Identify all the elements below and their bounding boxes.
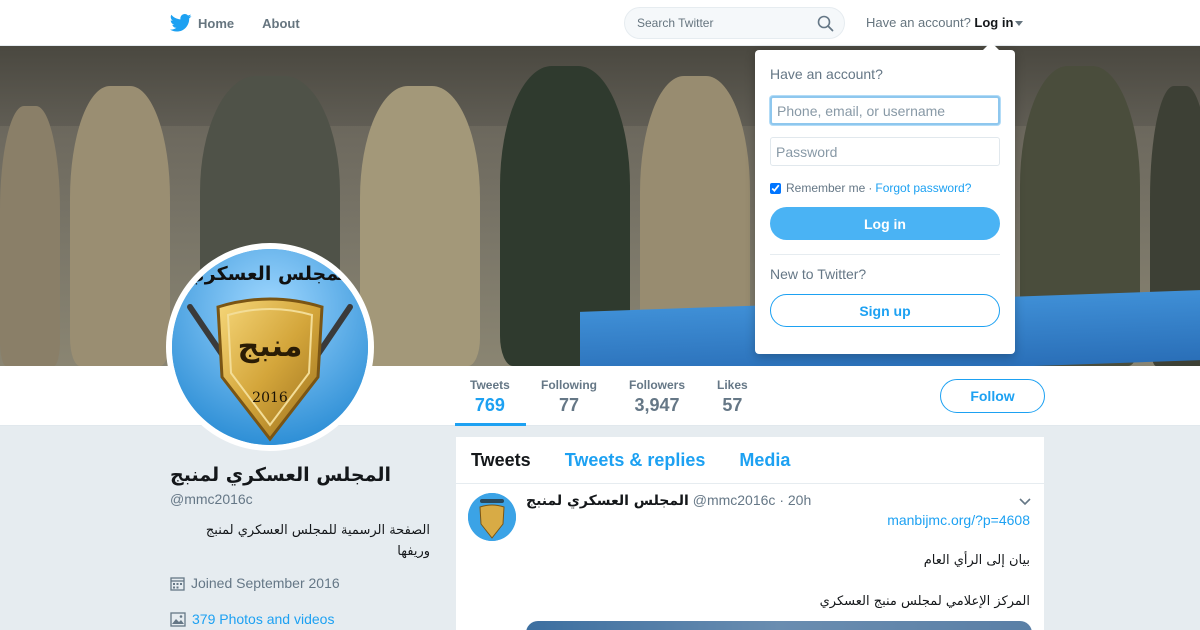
stat-tweets[interactable]: Tweets 769 xyxy=(470,378,510,416)
login-toggle-label: Log in xyxy=(974,15,1014,30)
password-field[interactable] xyxy=(770,137,1000,166)
have-account-text: Have an account? xyxy=(866,15,971,30)
username-field[interactable] xyxy=(770,96,1000,125)
login-button[interactable]: Log in xyxy=(770,207,1000,240)
tweet-text-line: بيان إلى الرأي العام xyxy=(923,553,1030,568)
tweet-text-line: المركز الإعلامي لمجلس منبج العسكري xyxy=(819,594,1030,609)
shield-emblem-icon xyxy=(468,493,516,541)
profile-handle[interactable]: @mmc2016c xyxy=(170,491,253,507)
tweet-avatar[interactable] xyxy=(468,493,516,541)
tweet-media-image[interactable] xyxy=(526,621,1032,630)
signup-button[interactable]: Sign up xyxy=(770,294,1000,327)
image-icon xyxy=(170,611,186,627)
timeline: Tweets Tweets & replies Media المجلس الع… xyxy=(456,437,1044,630)
banner-figure xyxy=(70,86,170,366)
remember-separator: · xyxy=(868,181,873,195)
banner-figure xyxy=(0,106,60,366)
tweet-link[interactable]: manbijmc.org/?p=4608 xyxy=(887,512,1030,528)
search-box xyxy=(624,7,845,39)
tab-tweets-replies[interactable]: Tweets & replies xyxy=(565,450,706,471)
forgot-password-link[interactable]: Forgot password? xyxy=(875,181,971,195)
tweet-header: المجلس العسكري لمنبج @mmc2016c · 20h xyxy=(526,492,811,509)
tweet-author-name[interactable]: المجلس العسكري لمنبج xyxy=(526,493,689,509)
have-account-prompt: Have an account? Log in xyxy=(866,15,1024,30)
remember-me-label[interactable]: Remember me xyxy=(786,181,865,195)
avatar-top-text: المجلس العسكري xyxy=(187,263,353,285)
search-input[interactable] xyxy=(637,16,807,30)
profile-display-name[interactable]: المجلس العسكري لمنبج xyxy=(170,464,391,486)
stat-value: 57 xyxy=(722,395,743,415)
twitter-bird-icon xyxy=(170,14,192,32)
tweet-timestamp[interactable]: 20h xyxy=(788,492,811,508)
profile-bio: الصفحة الرسمية للمجلس العسكري لمنبج وريف… xyxy=(205,523,430,559)
about-label: About xyxy=(262,15,300,31)
tweet-separator: · xyxy=(779,492,784,508)
active-stat-underline xyxy=(455,423,526,426)
stat-label: Following xyxy=(541,378,597,392)
stat-value: 769 xyxy=(474,395,505,415)
remember-me-checkbox[interactable] xyxy=(770,182,781,194)
stat-label: Likes xyxy=(717,378,748,392)
photos-videos-link[interactable]: 379 Photos and videos xyxy=(170,611,334,627)
top-navigation-bar: Home About Have an account? Log in xyxy=(0,0,1200,46)
stat-followers[interactable]: Followers 3,947 xyxy=(629,378,685,416)
tweet-author-handle[interactable]: @mmc2016c xyxy=(693,492,776,508)
dropdown-divider xyxy=(770,254,1000,255)
chevron-down-icon[interactable] xyxy=(1018,497,1032,507)
login-dropdown: Have an account? Remember me · Forgot pa… xyxy=(755,42,1015,354)
dropdown-title: Have an account? xyxy=(770,66,883,82)
photos-videos-label: 379 Photos and videos xyxy=(192,611,335,627)
joined-text: Joined September 2016 xyxy=(191,575,340,591)
magnifier-icon[interactable] xyxy=(817,15,834,32)
login-dropdown-toggle[interactable]: Log in xyxy=(974,15,1024,30)
tab-media[interactable]: Media xyxy=(739,450,790,471)
follow-button[interactable]: Follow xyxy=(940,379,1045,413)
calendar-icon xyxy=(170,576,185,591)
stat-label: Followers xyxy=(629,378,686,392)
home-link[interactable]: Home xyxy=(170,14,234,32)
new-to-twitter-text: New to Twitter? xyxy=(770,266,867,282)
timeline-tabs: Tweets Tweets & replies Media xyxy=(456,437,1044,484)
avatar-image: المجلس العسكري منبج 2016 xyxy=(172,249,368,445)
nav-left: Home About xyxy=(170,0,328,46)
avatar-center-text: منبج xyxy=(237,329,303,364)
profile-avatar[interactable]: المجلس العسكري منبج 2016 xyxy=(166,243,374,451)
stat-following[interactable]: Following 77 xyxy=(541,378,597,416)
stat-likes[interactable]: Likes 57 xyxy=(717,378,748,416)
banner-figure xyxy=(360,86,480,366)
stat-label: Tweets xyxy=(470,378,510,392)
joined-date: Joined September 2016 xyxy=(170,575,340,591)
remember-row: Remember me · Forgot password? xyxy=(770,181,1000,195)
stat-value: 77 xyxy=(558,395,580,415)
stat-value: 3,947 xyxy=(634,395,680,415)
home-label: Home xyxy=(198,15,235,31)
tab-tweets[interactable]: Tweets xyxy=(471,450,531,471)
about-link[interactable]: About xyxy=(262,16,300,31)
avatar-year: 2016 xyxy=(252,390,288,406)
caret-down-icon xyxy=(1015,21,1024,27)
